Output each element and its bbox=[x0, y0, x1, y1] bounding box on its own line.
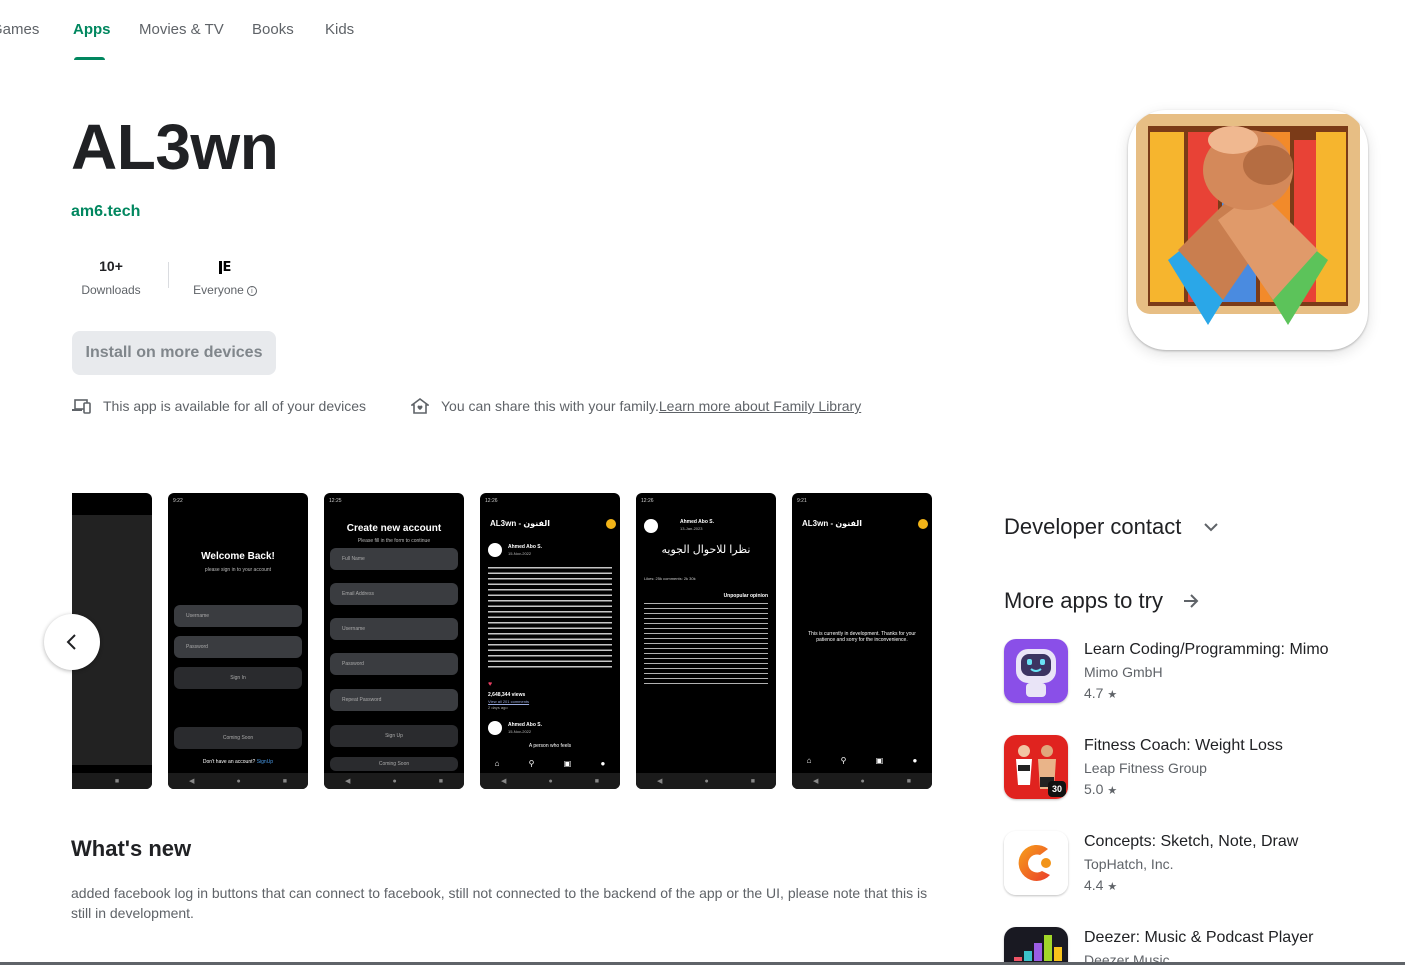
star-icon: ★ bbox=[1107, 881, 1118, 893]
deezer-bars-icon bbox=[1004, 927, 1068, 965]
app-rating: 4.7 ★ bbox=[1084, 685, 1118, 701]
screenshot-sign-in[interactable]: 9:22 Welcome Back! please sign in to you… bbox=[168, 493, 308, 789]
rating-label: Everyone bbox=[193, 283, 244, 297]
whats-new-text: added facebook log in buttons that can c… bbox=[71, 885, 928, 921]
content-rating-stat: E Everyone i bbox=[187, 258, 263, 297]
concepts-c-icon bbox=[1004, 831, 1068, 895]
play-store-page: Games Apps Movies & TV Books Kids AL3wn … bbox=[0, 0, 1405, 965]
app-icon bbox=[1128, 110, 1368, 350]
family-home-icon bbox=[411, 398, 429, 414]
developer-contact-header[interactable]: Developer contact bbox=[1004, 514, 1219, 540]
screenshot-development[interactable]: 9:21 AL3wn - الفنون This is currently in… bbox=[792, 493, 932, 789]
fitness-badge: 30 bbox=[1048, 781, 1066, 797]
app-developer: Leap Fitness Group bbox=[1084, 760, 1207, 776]
screenshot-post-detail[interactable]: 12:26 Ahmed Abo S. 13-Jan-2023 نظرا للاح… bbox=[636, 493, 776, 789]
rating-everyone-icon: E bbox=[218, 261, 231, 274]
screenshot-feed[interactable]: 12:26 AL3wn - الفنون Ahmed Abo S. 15-Nov… bbox=[480, 493, 620, 789]
app-rating: 5.0 ★ bbox=[1084, 781, 1118, 797]
app-name: Learn Coding/Programming: Mimo bbox=[1084, 641, 1329, 658]
family-text: You can share this with your family. bbox=[441, 398, 659, 414]
app-name: Concepts: Sketch, Note, Draw bbox=[1084, 833, 1299, 850]
screenshot-create-account[interactable]: 12:25 Create new account Please fill in … bbox=[324, 493, 464, 789]
app-developer: TopHatch, Inc. bbox=[1084, 856, 1174, 872]
downloads-value: 10+ bbox=[99, 258, 123, 274]
app-title: AL3wn bbox=[71, 111, 279, 183]
app-name: Fitness Coach: Weight Loss bbox=[1084, 737, 1283, 754]
star-icon: ★ bbox=[1107, 689, 1118, 701]
app-name: Deezer: Music & Podcast Player bbox=[1084, 929, 1314, 946]
screenshot-carousel[interactable]: ●■ 9:22 Welcome Back! please sign in to … bbox=[72, 493, 932, 789]
stat-divider bbox=[168, 262, 169, 288]
developer-link[interactable]: am6.tech bbox=[71, 203, 140, 221]
active-tab-indicator bbox=[74, 57, 105, 60]
family-library-info: You can share this with your family. Lear… bbox=[411, 398, 861, 414]
suggested-app-concepts[interactable]: Concepts: Sketch, Note, Draw TopHatch, I… bbox=[1004, 831, 1384, 901]
devices-text: This app is available for all of your de… bbox=[103, 398, 367, 414]
app-rating: 4.4 ★ bbox=[1084, 877, 1118, 893]
tab-kids[interactable]: Kids bbox=[325, 21, 354, 38]
devices-icon bbox=[72, 399, 91, 414]
suggested-app-deezer[interactable]: Deezer: Music & Podcast Player Deezer Mu… bbox=[1004, 927, 1384, 965]
mimo-robot-icon bbox=[1004, 639, 1068, 703]
devices-availability: This app is available for all of your de… bbox=[72, 398, 366, 414]
chevron-down-icon bbox=[1204, 523, 1219, 532]
tab-books[interactable]: Books bbox=[252, 21, 294, 38]
tab-games[interactable]: Games bbox=[0, 21, 39, 38]
fitness-coach-icon: 30 bbox=[1004, 735, 1068, 799]
downloads-stat: 10+ Downloads bbox=[76, 258, 146, 297]
suggested-app-mimo[interactable]: Learn Coding/Programming: Mimo Mimo GmbH… bbox=[1004, 639, 1384, 709]
star-icon: ★ bbox=[1107, 785, 1118, 797]
carousel-previous-button[interactable] bbox=[44, 614, 100, 670]
whats-new-heading: What's new bbox=[71, 836, 192, 861]
tab-movies-tv[interactable]: Movies & TV bbox=[139, 21, 224, 38]
more-apps-label: More apps to try bbox=[1004, 588, 1163, 613]
chevron-left-icon bbox=[66, 634, 76, 650]
info-icon[interactable]: i bbox=[246, 286, 257, 296]
top-navigation: Games Apps Movies & TV Books Kids bbox=[0, 0, 1405, 62]
downloads-label: Downloads bbox=[81, 283, 141, 297]
more-apps-header[interactable]: More apps to try bbox=[1004, 588, 1199, 614]
arrow-right-icon bbox=[1183, 594, 1199, 608]
developer-contact-label: Developer contact bbox=[1004, 514, 1182, 539]
install-button[interactable]: Install on more devices bbox=[72, 331, 276, 375]
tab-apps[interactable]: Apps bbox=[73, 21, 111, 38]
family-library-link[interactable]: Learn more about Family Library bbox=[659, 398, 861, 414]
app-developer: Mimo GmbH bbox=[1084, 664, 1163, 680]
suggested-app-fitness[interactable]: 30 Fitness Coach: Weight Loss Leap Fitne… bbox=[1004, 735, 1384, 805]
